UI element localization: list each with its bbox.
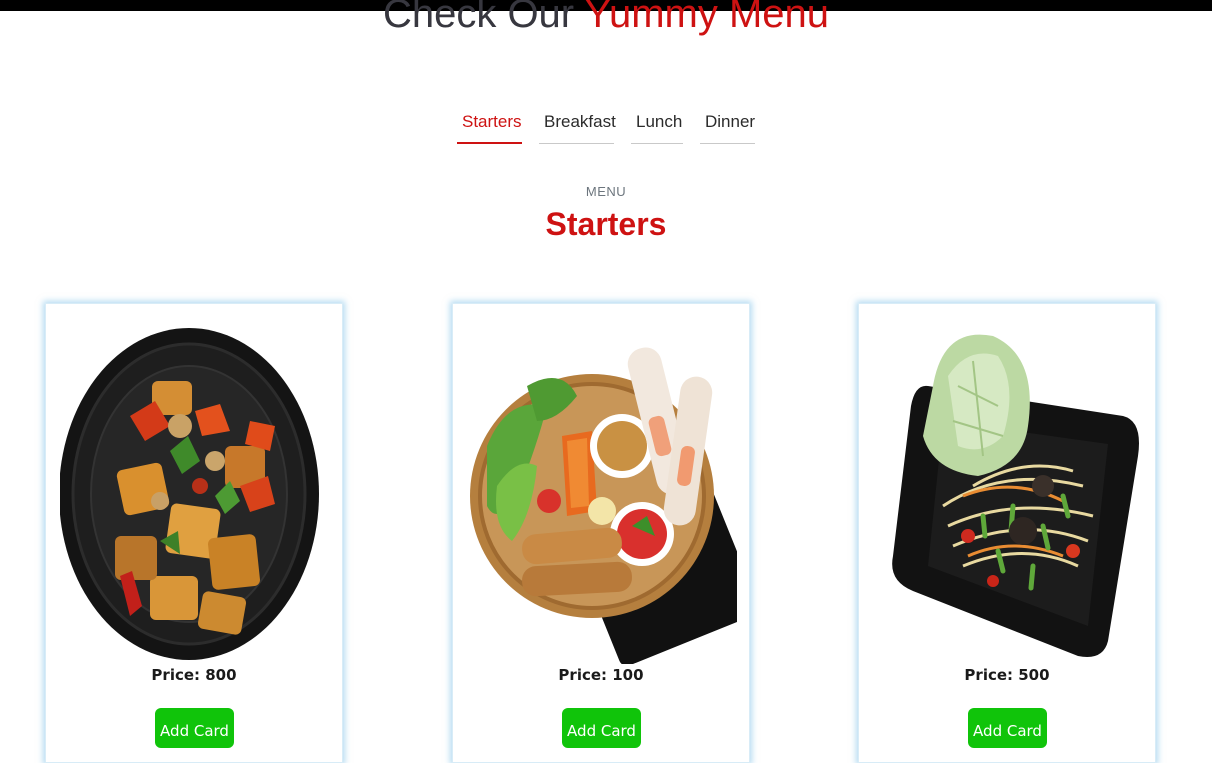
tofu-dish-image — [60, 328, 319, 660]
add-card-button[interactable]: Add Card — [968, 708, 1047, 748]
papaya-salad-image — [892, 334, 1139, 657]
section-title: Starters — [545, 206, 667, 242]
menu-card: Price: 500 Add Card — [858, 303, 1156, 763]
menu-card: Price: 800 Add Card — [45, 303, 343, 763]
tab-breakfast[interactable]: Breakfast — [539, 108, 616, 144]
page-heading: Check Our Yummy Menu — [0, 0, 1212, 37]
tab-dinner[interactable]: Dinner — [700, 108, 755, 144]
tab-starters[interactable]: Starters — [457, 108, 522, 144]
price-label: Price: 500 — [964, 666, 1050, 684]
price-label: Price: 100 — [558, 666, 644, 684]
add-card-button[interactable]: Add Card — [155, 708, 234, 748]
menu-card: Price: 100 Add Card — [452, 303, 750, 763]
tab-lunch[interactable]: Lunch — [631, 108, 683, 144]
add-card-button[interactable]: Add Card — [562, 708, 641, 748]
menu-tabs: Starters Breakfast Lunch Dinner — [0, 108, 1212, 144]
price-label: Price: 800 — [151, 666, 237, 684]
spring-roll-platter-image — [470, 347, 737, 664]
heading-accent: Yummy Menu — [584, 0, 830, 36]
heading-prefix: Check Our — [382, 0, 575, 36]
section-sub-label: MENU — [585, 184, 627, 199]
